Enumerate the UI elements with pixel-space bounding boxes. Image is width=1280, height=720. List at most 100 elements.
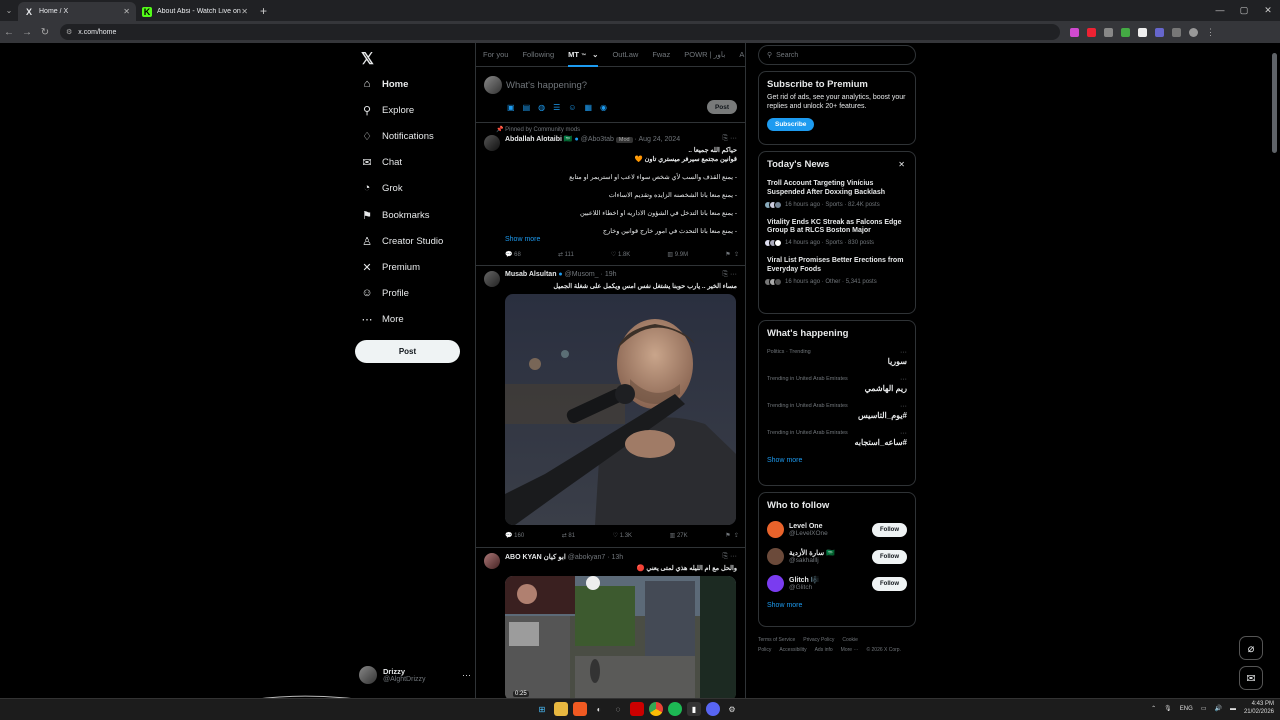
tab-for-you[interactable]: For you: [476, 50, 515, 59]
footer-link[interactable]: More ···: [841, 647, 859, 653]
compose-post-button[interactable]: Post: [707, 100, 737, 114]
footer-link[interactable]: Privacy Policy: [803, 637, 834, 643]
minimize-button[interactable]: —: [1208, 0, 1232, 20]
like-button[interactable]: ♡ 1.3K: [613, 532, 632, 539]
puzzle-icon[interactable]: [1172, 27, 1181, 37]
follow-button[interactable]: Follow: [872, 522, 907, 537]
tab-outlaw[interactable]: OutLaw: [605, 50, 645, 59]
sidebar-item-chat[interactable]: ✉ Chat: [361, 156, 402, 169]
follow-suggestion[interactable]: Level One @LevelXOne Follow: [767, 521, 907, 538]
follow-button[interactable]: Follow: [872, 576, 907, 591]
tweet-video[interactable]: 0:25: [505, 576, 736, 698]
app-icon[interactable]: [630, 702, 644, 716]
messages-fab-icon[interactable]: ✉: [1239, 666, 1263, 690]
news-item[interactable]: Troll Account Targeting Vinícius Suspend…: [764, 180, 907, 209]
post-button[interactable]: Post: [355, 340, 460, 363]
gif-icon[interactable]: ▤: [523, 103, 531, 112]
author-handle[interactable]: @Abo3tab: [581, 136, 614, 143]
news-item[interactable]: Viral List Promises Better Erections fro…: [764, 257, 907, 286]
emoji-icon[interactable]: ☺: [568, 103, 576, 112]
footer-link[interactable]: © 2026 X Corp.: [866, 647, 901, 653]
menu-icon[interactable]: ⋮: [1206, 27, 1215, 37]
bookmark-icon[interactable]: ⚑ ⇪: [725, 251, 739, 258]
more-icon[interactable]: ···: [900, 376, 907, 383]
extension-icon[interactable]: [1121, 27, 1130, 37]
avatar[interactable]: [767, 521, 784, 538]
search-input[interactable]: ⚲ Search: [758, 45, 916, 65]
reply-button[interactable]: 💬 160: [505, 532, 524, 539]
trend-item[interactable]: Trending in United Arab Emirates #يوم_الت…: [767, 403, 907, 420]
extension-icon[interactable]: [1104, 27, 1113, 37]
show-more-trends[interactable]: Show more: [767, 457, 907, 464]
footer-link[interactable]: Ads info: [815, 647, 833, 653]
sidebar-item-creator-studio[interactable]: ♙ Creator Studio: [361, 235, 443, 248]
clock[interactable]: 4:43 PM 21/02/2026: [1244, 701, 1274, 717]
show-more-follow[interactable]: Show more: [767, 602, 907, 609]
reload-icon[interactable]: ↻: [36, 27, 54, 38]
like-button[interactable]: ♡ 1.8K: [611, 251, 630, 258]
extension-icon[interactable]: [1155, 27, 1164, 37]
grok-icon[interactable]: ⎘: [722, 135, 728, 142]
chevron-up-icon[interactable]: ⌃: [1151, 705, 1156, 712]
author-handle[interactable]: @abokyan7: [568, 554, 605, 561]
bookmark-icon[interactable]: ⚑ ⇪: [725, 532, 739, 539]
trend-item[interactable]: Politics · Trending سوريا ···: [767, 349, 907, 366]
tweet-time[interactable]: Aug 24, 2024: [638, 136, 680, 143]
more-icon[interactable]: ···: [462, 670, 471, 680]
x-logo-icon[interactable]: 𝕏: [361, 49, 374, 69]
follow-suggestion[interactable]: سارة الأزدية 🇸🇦 @sakhalllj Follow: [767, 548, 907, 565]
author-handle[interactable]: @Musom_: [565, 271, 599, 278]
location-icon[interactable]: ◉: [600, 103, 607, 112]
microphone-icon[interactable]: 🎙: [1164, 705, 1172, 712]
trend-item[interactable]: Trending in United Arab Emirates #ساعه_اس…: [767, 430, 907, 447]
discord-icon[interactable]: [706, 702, 720, 716]
tab-mt[interactable]: MT ™ ⌄: [561, 50, 605, 67]
settings-icon[interactable]: ⚙: [725, 702, 739, 716]
app-icon[interactable]: ▮: [687, 702, 701, 716]
profile-avatar-icon[interactable]: [1189, 27, 1198, 37]
file-explorer-icon[interactable]: [554, 702, 568, 716]
app-icon[interactable]: ◐: [592, 702, 606, 716]
repost-button[interactable]: ⇄ 81: [562, 532, 575, 539]
tab-abs[interactable]: ABS: [732, 50, 745, 59]
close-icon[interactable]: ✕: [898, 160, 905, 169]
account-switcher[interactable]: Drizzy @AlghtDrizzy ···: [359, 666, 471, 684]
footer-link[interactable]: Terms of Service: [758, 637, 795, 643]
more-icon[interactable]: ···: [900, 403, 907, 410]
tweet-image[interactable]: [505, 294, 736, 525]
tab-home-x[interactable]: X Home / X ✕: [18, 2, 136, 21]
brave-icon[interactable]: [573, 702, 587, 716]
avatar[interactable]: [767, 575, 784, 592]
poll-icon[interactable]: ☰: [553, 103, 560, 112]
tab-kick[interactable]: K About Absi - Watch Live on Ki ✕: [136, 2, 254, 21]
tab-fwaz[interactable]: Fwaz: [645, 50, 677, 59]
sidebar-item-notifications[interactable]: ♢ Notifications: [361, 130, 434, 143]
image-icon[interactable]: ▣: [507, 103, 515, 112]
close-window-button[interactable]: ✕: [1256, 0, 1280, 20]
app-icon[interactable]: ◌: [611, 702, 625, 716]
reply-button[interactable]: 💬 68: [505, 251, 521, 258]
author-name[interactable]: Abdallah Alotaibi: [505, 136, 562, 143]
extension-icon[interactable]: [1138, 27, 1147, 37]
extension-icon[interactable]: [1070, 27, 1079, 37]
maximize-button[interactable]: ▢: [1232, 0, 1256, 20]
tab-powr[interactable]: POWR | باور: [677, 50, 732, 59]
extension-icon[interactable]: [1087, 27, 1096, 37]
sidebar-item-more[interactable]: ⋯ More: [361, 313, 404, 326]
tweet[interactable]: ABO KYAN ابو كيان @abokyan7 · 13h ⎘ ··· …: [476, 548, 745, 698]
avatar[interactable]: [484, 553, 500, 569]
compose-input[interactable]: What's happening?: [506, 80, 587, 91]
show-more-link[interactable]: Show more: [505, 236, 540, 243]
grok-fab-icon[interactable]: ⌀: [1239, 636, 1263, 660]
tweet-menu[interactable]: ⎘ ···: [722, 553, 737, 561]
scrollbar[interactable]: [1272, 43, 1277, 693]
volume-icon[interactable]: 🔊: [1214, 705, 1221, 712]
avatar[interactable]: [484, 271, 500, 287]
views-button[interactable]: ▥ 27K: [670, 532, 688, 539]
subscribe-button[interactable]: Subscribe: [767, 117, 815, 131]
tab-following[interactable]: Following: [515, 50, 561, 59]
back-icon[interactable]: ←: [0, 27, 18, 38]
avatar[interactable]: [484, 135, 500, 151]
spotify-icon[interactable]: [668, 702, 682, 716]
author-name[interactable]: ABO KYAN ابو كيان: [505, 554, 566, 561]
